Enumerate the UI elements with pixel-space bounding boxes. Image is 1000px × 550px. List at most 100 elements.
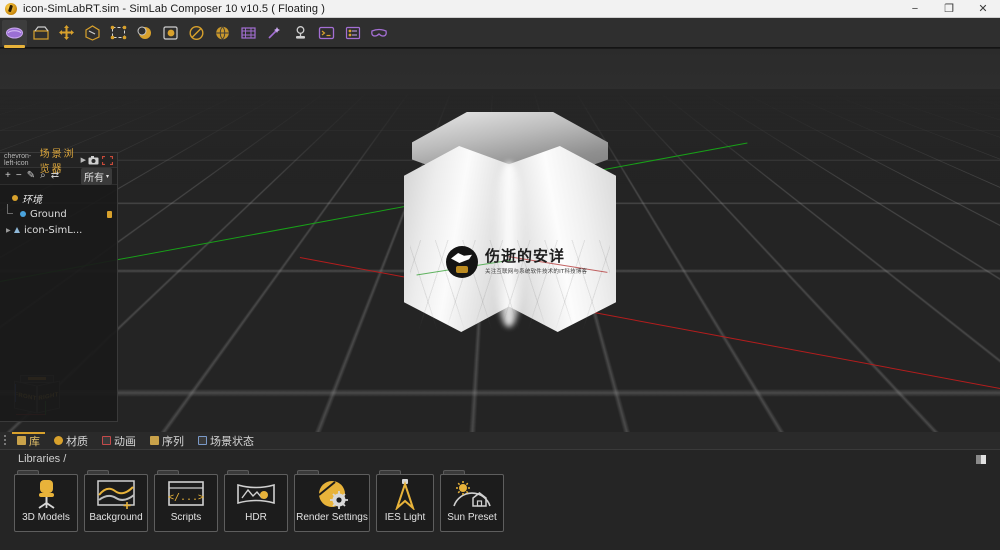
animation-tool-button[interactable] xyxy=(158,20,183,46)
background-image-icon xyxy=(96,475,136,513)
tree-item-label: Ground xyxy=(30,208,67,220)
panel-drag-handle[interactable] xyxy=(0,431,10,449)
3d-viewport[interactable]: 伤逝的安详 关注互联网与系统软件技术的IT科技博客 chevron-left-i… xyxy=(0,49,1000,432)
scene-object-cube[interactable]: 伤逝的安详 关注互联网与系统软件技术的IT科技博客 xyxy=(404,112,616,332)
chevron-right-icon[interactable]: ▶ xyxy=(79,156,88,164)
edit-object-button[interactable]: ✎ xyxy=(27,171,35,181)
tab-scene-states[interactable]: 场景状态 xyxy=(191,432,261,449)
folder-label: 3D Models xyxy=(22,513,70,523)
vr-view-tool-button[interactable] xyxy=(366,20,391,46)
window-title: icon-SimLabRT.sim - SimLab Composer 10 v… xyxy=(23,2,326,15)
sequence-icon xyxy=(150,436,159,445)
sun-house-icon xyxy=(451,475,493,513)
dock-layout-icon[interactable] xyxy=(976,454,986,464)
light-tool-button[interactable] xyxy=(288,20,313,46)
camera-icon[interactable] xyxy=(88,155,99,165)
tab-label: 序列 xyxy=(162,434,184,448)
library-breadcrumb-bar: Libraries / xyxy=(0,450,1000,468)
restore-button[interactable]: ❐ xyxy=(932,0,966,17)
chair-icon xyxy=(31,475,61,513)
magic-wand-tool-button[interactable] xyxy=(262,20,287,46)
minimize-button[interactable]: − xyxy=(898,0,932,17)
material-tool-button[interactable] xyxy=(80,20,105,46)
library-folder-hdr[interactable]: HDR xyxy=(224,470,288,532)
library-folder-ies-light[interactable]: IES Light xyxy=(376,470,434,532)
render-gear-icon xyxy=(314,475,350,513)
mesh-icon xyxy=(14,227,20,233)
library-icon xyxy=(17,436,26,445)
close-button[interactable]: ✕ xyxy=(966,0,1000,17)
tree-item-environment[interactable]: 环境 xyxy=(0,190,117,206)
bottom-panel: 库 材质 动画 序列 场景状态 Libraries / 3D Models Ba… xyxy=(0,432,1000,550)
code-window-icon: </...> xyxy=(167,475,205,513)
folder-label: Background xyxy=(89,513,143,523)
scene-filter-dropdown[interactable]: 所有 ▾ xyxy=(80,167,112,185)
chevron-left-icon[interactable]: chevron-left-icon xyxy=(2,153,40,167)
tab-sequence[interactable]: 序列 xyxy=(143,432,191,449)
decal-subtitle: 关注互联网与系统软件技术的IT科技博客 xyxy=(485,268,588,275)
tab-label: 动画 xyxy=(114,434,136,448)
folder-label: Render Settings xyxy=(296,513,368,523)
library-folder-3d-models[interactable]: 3D Models xyxy=(14,470,78,532)
lock-icon[interactable] xyxy=(107,210,112,218)
fullscreen-icon[interactable] xyxy=(102,155,113,165)
scene-browser-header: chevron-left-icon 场景浏览器 ▶ xyxy=(0,149,117,175)
viewport-sky xyxy=(0,49,1000,96)
bottom-tab-bar: 库 材质 动画 序列 场景状态 xyxy=(0,432,1000,450)
search-icon[interactable]: ⌕ xyxy=(40,171,46,181)
breadcrumb[interactable]: Libraries / xyxy=(18,453,66,465)
svg-text:</...>: </...> xyxy=(168,492,204,503)
decal-text-block: 伤逝的安详 关注互联网与系统软件技术的IT科技博客 xyxy=(485,247,588,275)
import-tool-button[interactable] xyxy=(28,20,53,46)
tree-item-ground[interactable]: Ground xyxy=(0,204,117,222)
tab-materials[interactable]: 材质 xyxy=(47,432,95,449)
object-dot-icon xyxy=(20,211,26,217)
folder-label: Scripts xyxy=(170,513,202,523)
library-folder-shelf: 3D Models Background </...> Scripts HDR … xyxy=(0,468,1000,550)
main-toolbar xyxy=(0,18,1000,48)
environment-dot-icon xyxy=(12,195,18,201)
grid-tool-button[interactable] xyxy=(236,20,261,46)
chevron-down-icon: ▾ xyxy=(105,172,109,180)
scene-browser-panel: chevron-left-icon 场景浏览器 ▶ + − ✎ ⌕ ⇄ 所有 ▾… xyxy=(0,149,118,422)
folder-label: HDR xyxy=(245,513,267,523)
hdr-panorama-icon xyxy=(236,475,276,513)
folder-label: IES Light xyxy=(384,513,426,523)
tree-item-label: icon-SimL... xyxy=(24,224,83,236)
add-object-button[interactable]: + xyxy=(5,171,11,181)
tree-expander[interactable]: ▶ xyxy=(6,227,14,234)
ies-light-icon xyxy=(392,475,418,513)
animation-icon xyxy=(102,436,111,445)
selection-tool-button[interactable] xyxy=(106,20,131,46)
tab-library[interactable]: 库 xyxy=(10,432,47,449)
window-controls: − ❐ ✕ xyxy=(898,0,1000,17)
library-folder-scripts[interactable]: </...> Scripts xyxy=(154,470,218,532)
scene-browser-toolbar: + − ✎ ⌕ ⇄ 所有 ▾ xyxy=(0,167,117,185)
tab-label: 材质 xyxy=(66,434,88,448)
tree-item-mesh[interactable]: ▶ icon-SimL... xyxy=(0,222,117,238)
environment-tool-button[interactable] xyxy=(210,20,235,46)
remove-object-button[interactable]: − xyxy=(16,171,22,181)
automation-tool-button[interactable] xyxy=(340,20,365,46)
toolbar-empty-space xyxy=(391,18,1000,47)
scene-browser-header-icons xyxy=(88,155,115,165)
scene-tool-button[interactable] xyxy=(2,19,27,48)
texture-tool-button[interactable] xyxy=(184,20,209,46)
refresh-icon[interactable]: ⇄ xyxy=(51,171,59,181)
library-folder-sun-preset[interactable]: Sun Preset xyxy=(440,470,504,532)
tab-label: 库 xyxy=(29,434,40,448)
console-tool-button[interactable] xyxy=(314,20,339,46)
tab-animation[interactable]: 动画 xyxy=(95,432,143,449)
title-bar: icon-SimLabRT.sim - SimLab Composer 10 v… xyxy=(0,0,1000,18)
folder-label: Sun Preset xyxy=(447,513,497,523)
cube-logo-decal: 伤逝的安详 关注互联网与系统软件技术的IT科技博客 xyxy=(446,240,598,284)
scene-state-icon xyxy=(198,436,207,445)
render-tool-button[interactable] xyxy=(132,20,157,46)
wolf-head-logo-icon xyxy=(446,246,478,278)
decal-title: 伤逝的安详 xyxy=(485,247,566,266)
tree-branch-line xyxy=(7,204,13,214)
library-folder-background[interactable]: Background xyxy=(84,470,148,532)
scene-tree: 环境 Ground ▶ icon-SimL... xyxy=(0,185,117,238)
library-folder-render-settings[interactable]: Render Settings xyxy=(294,470,370,532)
move-tool-button[interactable] xyxy=(54,20,79,46)
